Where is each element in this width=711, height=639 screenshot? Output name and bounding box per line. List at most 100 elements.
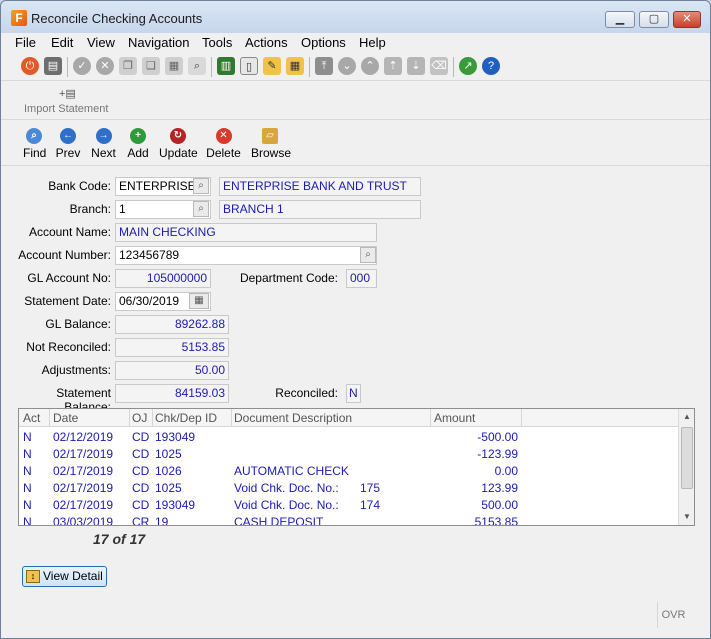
statement-balance-field: 84159.03 — [115, 384, 229, 403]
calculator-icon[interactable]: ▥ — [217, 57, 235, 75]
help-icon[interactable]: ? — [482, 57, 500, 75]
cell-description: Void Chk. Doc. No.: — [234, 481, 339, 495]
minimize-button[interactable]: ▁ — [605, 11, 635, 28]
table-row[interactable]: N 02/17/2019 CD 193049 Void Chk. Doc. No… — [19, 498, 679, 515]
prev-label: Prev — [55, 146, 81, 160]
account-number-field[interactable]: 123456789 — [115, 246, 377, 265]
find-button[interactable]: ⌕ Find — [23, 128, 46, 160]
menu-view[interactable]: View — [87, 35, 115, 50]
find-icon: ⌕ — [26, 128, 42, 144]
next-button[interactable]: → Next — [90, 128, 117, 160]
menu-help[interactable]: Help — [359, 35, 386, 50]
menu-navigation[interactable]: Navigation — [128, 35, 189, 50]
copy-icon[interactable]: ❐ — [119, 57, 137, 75]
browse-button[interactable]: ▱ Browse — [251, 128, 292, 160]
delete-line-icon[interactable]: ⌫ — [430, 57, 448, 75]
toolbar-separator — [211, 57, 212, 77]
add-button[interactable]: + Add — [127, 128, 149, 160]
table-row[interactable]: N 02/17/2019 CD 1025 -123.99 — [19, 447, 679, 464]
menu-actions[interactable]: Actions — [245, 35, 288, 50]
down-icon[interactable]: ⌄ — [338, 57, 356, 75]
view-detail-label: View Detail — [43, 569, 103, 583]
view-detail-button[interactable]: ↕ View Detail — [22, 566, 107, 587]
browse-label: Browse — [251, 146, 292, 160]
document-icon[interactable]: ▯ — [240, 57, 258, 75]
col-divider — [521, 409, 522, 427]
bank-code-label: Bank Code: — [48, 179, 111, 193]
adjustments-field: 50.00 — [115, 361, 229, 380]
print-icon[interactable]: ▤ — [44, 57, 62, 75]
cell-description: Void Chk. Doc. No.: — [234, 498, 339, 512]
bank-code-lookup-icon[interactable]: ⌕ — [193, 178, 209, 194]
toolbar-separator — [453, 57, 454, 77]
col-act[interactable]: Act — [23, 411, 40, 425]
move-down-icon[interactable]: ⇣ — [407, 57, 425, 75]
close-button[interactable]: ✕ — [673, 11, 701, 28]
adjustments-label: Adjustments: — [41, 363, 111, 377]
cell-act: N — [23, 430, 32, 444]
cell-date: 02/12/2019 — [53, 430, 114, 444]
notes-icon[interactable]: ✎ — [263, 57, 281, 75]
col-divider — [152, 409, 153, 427]
calendar-icon[interactable]: ▦ — [286, 57, 304, 75]
account-name-label: Account Name: — [28, 225, 111, 239]
cancel-icon[interactable]: ✕ — [96, 57, 114, 75]
col-divider — [231, 409, 232, 427]
import-statement-button[interactable]: Import Statement — [24, 103, 108, 115]
transactions-grid: Act Date OJ Chk/Dep ID Document Descript… — [18, 408, 695, 526]
menu-options[interactable]: Options — [301, 35, 346, 50]
cell-act: N — [23, 515, 32, 525]
cell-date: 02/17/2019 — [53, 498, 114, 512]
up-icon[interactable]: ⌃ — [361, 57, 379, 75]
delete-button[interactable]: ✕ Delete — [206, 128, 241, 160]
cell-id: 1025 — [155, 447, 182, 461]
col-chk-dep-id[interactable]: Chk/Dep ID — [155, 411, 217, 425]
search-icon[interactable]: ⌕ — [188, 57, 206, 75]
table-row[interactable]: N 03/03/2019 CR 19 CASH DEPOSIT 5153.85 — [19, 515, 679, 525]
scroll-down-icon[interactable]: ▼ — [679, 509, 695, 525]
update-label: Update — [159, 146, 198, 160]
overwrite-status: OVR — [657, 602, 689, 628]
not-reconciled-label: Not Reconciled: — [26, 340, 111, 354]
not-reconciled-field: 5153.85 — [115, 338, 229, 357]
scroll-up-icon[interactable]: ▲ — [679, 409, 695, 425]
scroll-thumb[interactable] — [681, 427, 693, 489]
grid-scrollbar[interactable]: ▲ ▼ — [678, 409, 694, 525]
select-icon[interactable]: ▦ — [165, 57, 183, 75]
branch-lookup-icon[interactable]: ⌕ — [193, 201, 209, 217]
bank-name-field: ENTERPRISE BANK AND TRUST — [219, 177, 421, 196]
update-icon: ↻ — [170, 128, 186, 144]
window-title: Reconcile Checking Accounts — [31, 11, 203, 26]
table-row[interactable]: N 02/17/2019 CD 1025 Void Chk. Doc. No.:… — [19, 481, 679, 498]
chart-icon[interactable]: ↗ — [459, 57, 477, 75]
first-record-icon[interactable]: ⤒ — [315, 57, 333, 75]
table-row[interactable]: N 02/12/2019 CD 193049 -500.00 — [19, 430, 679, 447]
add-label: Add — [127, 146, 149, 160]
statement-date-label: Statement Date: — [24, 294, 111, 308]
account-number-lookup-icon[interactable]: ⌕ — [360, 247, 376, 263]
maximize-button[interactable]: ▢ — [639, 11, 669, 28]
update-button[interactable]: ↻ Update — [159, 128, 198, 160]
col-amount[interactable]: Amount — [434, 411, 475, 425]
cell-amount: 5153.85 — [474, 515, 518, 525]
cell-amount: 0.00 — [494, 464, 518, 478]
col-oj[interactable]: OJ — [132, 411, 147, 425]
prev-button[interactable]: ← Prev — [55, 128, 81, 160]
check-icon[interactable]: ✓ — [73, 57, 91, 75]
col-description[interactable]: Document Description — [234, 411, 352, 425]
cell-reference: 174 — [360, 498, 381, 512]
menu-tools[interactable]: Tools — [202, 35, 232, 50]
col-date[interactable]: Date — [53, 411, 78, 425]
toolbar-separator — [309, 57, 310, 77]
table-row[interactable]: N 02/17/2019 CD 1026 AUTOMATIC CHECK 0.0… — [19, 464, 679, 481]
move-up-icon[interactable]: ⇡ — [384, 57, 402, 75]
cell-description: AUTOMATIC CHECK — [234, 464, 349, 478]
toolbar-separator — [67, 57, 68, 77]
cell-description: CASH DEPOSIT — [234, 515, 324, 525]
menu-edit[interactable]: Edit — [51, 35, 73, 50]
paste-icon[interactable]: ❏ — [142, 57, 160, 75]
power-icon[interactable]: ⏻ — [21, 57, 39, 75]
calendar-picker-icon[interactable]: ▦ — [189, 293, 209, 309]
cell-act: N — [23, 498, 32, 512]
menu-file[interactable]: File — [15, 35, 36, 50]
